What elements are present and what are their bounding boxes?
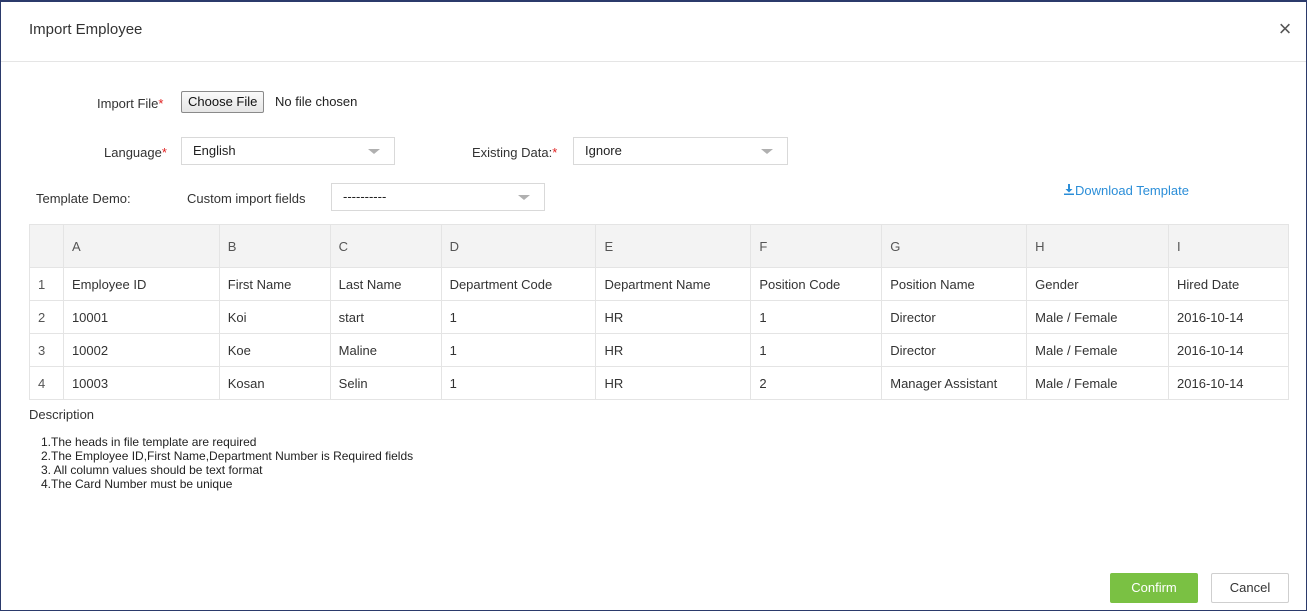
language-label: Language* <box>104 145 167 160</box>
language-select[interactable]: English <box>181 137 395 165</box>
template-demo-table: A B C D E F G H I 1 Employee ID First Na… <box>29 224 1289 400</box>
description-item: 1.The heads in file template are require… <box>41 435 257 449</box>
download-icon <box>1064 183 1074 198</box>
table-cell: 2016-10-14 <box>1168 300 1289 334</box>
table-cell: 1 <box>440 366 597 400</box>
column-header: C <box>329 224 442 268</box>
language-label-text: Language <box>104 145 162 160</box>
table-cell: Gender <box>1026 267 1170 301</box>
table-cell: Koe <box>218 333 331 367</box>
table-cell: 1 <box>750 333 883 367</box>
download-template-link[interactable]: Download Template <box>1064 183 1189 198</box>
required-mark: * <box>552 145 558 160</box>
cancel-button[interactable]: Cancel <box>1211 573 1289 603</box>
column-header: E <box>595 224 752 268</box>
import-employee-dialog: Import Employee × Import File* Choose Fi… <box>0 0 1307 611</box>
import-file-label: Import File* <box>97 96 163 111</box>
table-cell: 1 <box>750 300 883 334</box>
table-row: 4 10003 Kosan Selin 1 HR 2 Manager Assis… <box>29 366 1289 400</box>
custom-import-fields-value: ---------- <box>343 189 387 204</box>
column-header: H <box>1026 224 1170 268</box>
table-header-row: A B C D E F G H I <box>29 224 1289 268</box>
required-mark: * <box>158 96 164 111</box>
column-header: I <box>1168 224 1289 268</box>
row-index: 2 <box>29 300 64 334</box>
table-cell: Last Name <box>329 267 442 301</box>
table-cell: 10003 <box>62 366 220 400</box>
template-demo-label: Template Demo: <box>36 191 131 206</box>
description-item: 4.The Card Number must be unique <box>41 477 233 491</box>
table-row: 3 10002 Koe Maline 1 HR 1 Director Male … <box>29 333 1289 367</box>
row-index: 4 <box>29 366 64 400</box>
table-cell: Kosan <box>218 366 331 400</box>
table-cell: Male / Female <box>1026 333 1170 367</box>
column-header: B <box>218 224 331 268</box>
table-cell: HR <box>595 366 752 400</box>
table-cell: Department Name <box>595 267 752 301</box>
table-cell: Position Name <box>881 267 1028 301</box>
table-cell: Hired Date <box>1168 267 1289 301</box>
table-cell: Employee ID <box>62 267 220 301</box>
table-cell: 10002 <box>62 333 220 367</box>
language-select-value: English <box>193 143 236 158</box>
confirm-button[interactable]: Confirm <box>1110 573 1198 603</box>
description-list: 1.The heads in file template are require… <box>41 435 413 491</box>
table-cell: start <box>329 300 442 334</box>
chevron-down-icon <box>368 149 380 154</box>
table-row: 2 10001 Koi start 1 HR 1 Director Male /… <box>29 300 1289 334</box>
existing-data-label-text: Existing Data: <box>472 145 553 160</box>
table-cell: Maline <box>329 333 442 367</box>
table-cell: Male / Female <box>1026 300 1170 334</box>
row-index: 3 <box>29 333 64 367</box>
table-cell: Male / Female <box>1026 366 1170 400</box>
choose-file-button[interactable]: Choose File <box>181 91 265 113</box>
column-header: G <box>881 224 1028 268</box>
custom-import-fields-select[interactable]: ---------- <box>331 183 545 211</box>
table-cell: Position Code <box>750 267 883 301</box>
table-cell: HR <box>595 333 752 367</box>
table-cell: 2016-10-14 <box>1168 366 1289 400</box>
custom-import-fields-label: Custom import fields <box>187 191 306 206</box>
table-cell: Selin <box>329 366 442 400</box>
table-cell: Manager Assistant <box>881 366 1028 400</box>
table-row: 1 Employee ID First Name Last Name Depar… <box>29 267 1289 301</box>
file-status: No file chosen <box>275 94 358 109</box>
column-header: A <box>62 224 220 268</box>
table-cell: Department Code <box>440 267 597 301</box>
table-cell: Koi <box>218 300 331 334</box>
table-corner-cell <box>29 224 64 268</box>
required-mark: * <box>161 145 167 160</box>
description-title: Description <box>29 407 95 422</box>
dialog-title: Import Employee <box>29 21 143 38</box>
table-cell: Director <box>881 300 1028 334</box>
download-template-label: Download Template <box>1075 183 1189 198</box>
dialog-header: Import Employee × <box>1 2 1306 62</box>
table-cell: 1 <box>440 333 597 367</box>
close-icon[interactable]: × <box>1274 18 1296 40</box>
existing-data-select-value: Ignore <box>585 143 622 158</box>
existing-data-label: Existing Data:* <box>472 145 557 160</box>
column-header: D <box>440 224 597 268</box>
description-item: 3. All column values should be text form… <box>41 463 263 477</box>
table-cell: Director <box>881 333 1028 367</box>
description-item: 2.The Employee ID,First Name,Department … <box>41 449 414 463</box>
table-cell: 2016-10-14 <box>1168 333 1289 367</box>
table-cell: HR <box>595 300 752 334</box>
table-cell: 1 <box>440 300 597 334</box>
chevron-down-icon <box>761 149 773 154</box>
chevron-down-icon <box>518 195 530 200</box>
table-cell: 10001 <box>62 300 220 334</box>
existing-data-select[interactable]: Ignore <box>573 137 788 165</box>
import-file-label-text: Import File <box>97 96 159 111</box>
table-cell: First Name <box>218 267 331 301</box>
column-header: F <box>750 224 883 268</box>
table-cell: 2 <box>750 366 883 400</box>
row-index: 1 <box>29 267 64 301</box>
